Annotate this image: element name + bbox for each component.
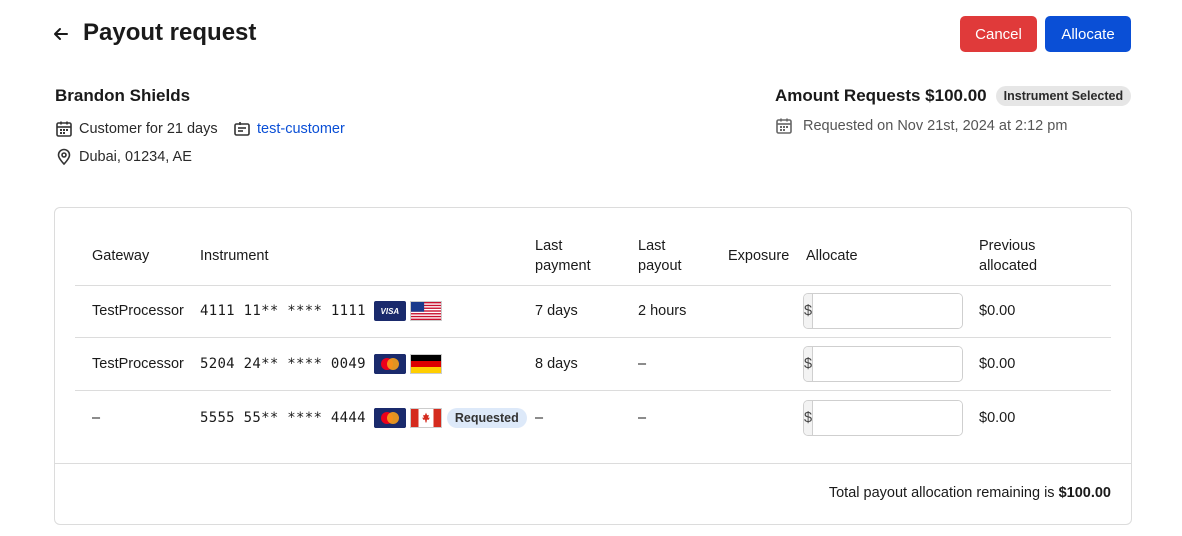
de-flag-icon <box>409 354 442 374</box>
header-instrument: Instrument <box>200 248 269 264</box>
header-previous-allocated: Previous allocated <box>979 238 1038 274</box>
instruments-card: Gateway Instrument Last payment Last pay… <box>54 207 1132 525</box>
gateway-cell: – <box>92 409 101 426</box>
amount-label: Amount Requests $100.00 <box>775 86 987 105</box>
card-number: 5555 55** **** 4444 <box>200 409 366 426</box>
allocate-amount-input[interactable] <box>813 347 962 381</box>
last-payment-cell: 8 days <box>535 356 578 372</box>
customer-name: Brandon Shields <box>55 86 191 105</box>
previous-allocated-cell: $0.00 <box>979 409 1016 426</box>
allocate-input-group: $ <box>803 399 963 436</box>
table-row: TestProcessor 4111 11** **** 1111 VISA 7… <box>75 285 1111 338</box>
gateway-cell: TestProcessor <box>92 303 184 319</box>
instrument-cell: 5204 24** **** 0049 <box>200 354 442 374</box>
instrument-cell: 5555 55** **** 4444 Requested <box>200 407 527 428</box>
currency-prefix: $ <box>804 294 814 328</box>
last-payout-cell: 2 hours <box>638 303 687 319</box>
gateway-cell: TestProcessor <box>92 356 184 372</box>
allocate-button[interactable]: Allocate <box>1045 16 1131 52</box>
calendar-icon <box>776 118 792 134</box>
requested-badge: Requested <box>446 407 527 428</box>
status-badge: Instrument Selected <box>995 86 1132 106</box>
header-exposure: Exposure <box>728 248 790 264</box>
currency-prefix: $ <box>804 347 814 381</box>
total-amount: $100.00 <box>1058 485 1111 501</box>
header-last-payment: Last payment <box>535 238 591 274</box>
page-header: Payout request Cancel Allocate <box>0 0 1182 72</box>
allocate-amount-input[interactable] <box>813 294 962 328</box>
id-card-icon <box>234 122 250 136</box>
allocate-input-group: $ <box>803 293 963 329</box>
back-arrow-icon[interactable] <box>51 24 71 44</box>
table-row: – 5555 55** **** 4444 Requested – – $ $0… <box>75 391 1111 444</box>
total-remaining: Total payout allocation remaining is $10… <box>829 485 1111 501</box>
amount-requested: Amount Requests $100.00 Instrument Selec… <box>775 86 1132 106</box>
mastercard-icon <box>373 407 406 428</box>
requested-on-label: Requested on Nov 21st, 2024 at 2:12 pm <box>803 118 1068 134</box>
header-gateway: Gateway <box>92 248 150 264</box>
last-payment-cell: 7 days <box>535 303 578 319</box>
mastercard-icon <box>373 354 406 374</box>
calendar-icon <box>56 121 72 137</box>
ca-flag-icon <box>409 407 442 428</box>
card-number: 4111 11** **** 1111 <box>200 303 366 319</box>
table-header: Gateway Instrument Last payment Last pay… <box>75 226 1111 286</box>
last-payout-cell: – <box>638 409 647 426</box>
header-last-payout: Last payout <box>638 238 682 274</box>
location-pin-icon <box>57 148 71 166</box>
cancel-button[interactable]: Cancel <box>960 16 1037 52</box>
divider <box>55 463 1131 464</box>
table-row: TestProcessor 5204 24** **** 0049 8 days… <box>75 338 1111 391</box>
allocate-input-group: $ <box>803 346 963 382</box>
customer-location-label: Dubai, 01234, AE <box>79 149 192 165</box>
last-payout-cell: – <box>638 356 647 372</box>
customer-link-group: test-customer <box>233 120 345 138</box>
customer-since-label: Customer for 21 days <box>79 121 218 137</box>
customer-link[interactable]: test-customer <box>257 121 345 137</box>
allocate-amount-input[interactable] <box>813 400 962 435</box>
customer-since: Customer for 21 days <box>55 120 218 138</box>
previous-allocated-cell: $0.00 <box>979 303 1016 319</box>
page-title: Payout request <box>83 19 257 46</box>
currency-prefix: $ <box>804 400 814 435</box>
previous-allocated-cell: $0.00 <box>979 356 1016 372</box>
visa-icon: VISA <box>373 301 406 321</box>
last-payment-cell: – <box>535 409 544 426</box>
customer-location: Dubai, 01234, AE <box>55 148 192 166</box>
header-allocate: Allocate <box>806 248 858 264</box>
instrument-cell: 4111 11** **** 1111 VISA <box>200 301 442 321</box>
card-number: 5204 24** **** 0049 <box>200 356 366 372</box>
total-label: Total payout allocation remaining is <box>828 485 1059 501</box>
requested-on: Requested on Nov 21st, 2024 at 2:12 pm <box>775 117 1067 135</box>
us-flag-icon <box>409 301 442 321</box>
